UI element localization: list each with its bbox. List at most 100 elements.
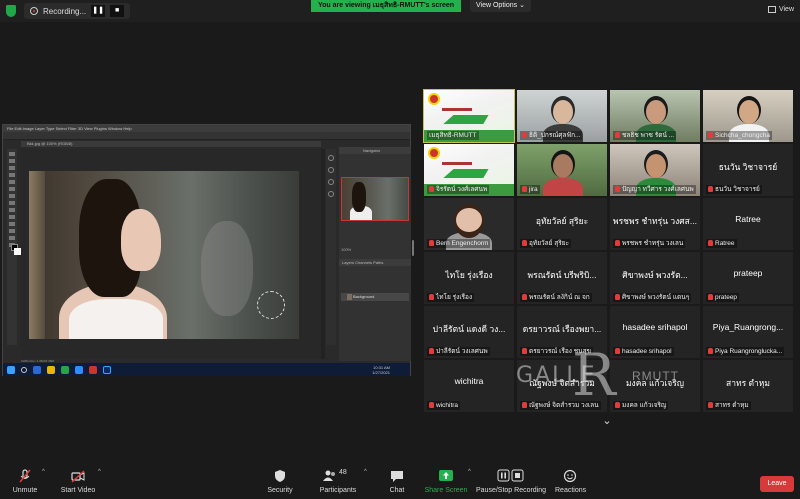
recording-label: Recording... [43,6,87,16]
grid-view-icon [767,6,776,13]
audio-options-caret[interactable]: ^ [42,469,45,475]
participant-name: Piya Ruangronglucka... [715,348,783,355]
security-label: Security [267,487,293,494]
participant-name: hasadee srihapol [622,348,672,355]
participant-tile[interactable]: ไทโย รุ่งเรือง ไทโย รุ่งเรือง [424,252,514,304]
mic-muted-icon [615,348,620,354]
mic-muted-icon [708,294,713,300]
participant-name-display: ปาลีรัตน์ แดงดี วง... [432,324,506,334]
mic-muted-icon [429,348,434,354]
chat-label: Chat [389,487,405,494]
pause-stop-icon [497,469,525,483]
participant-name-label: ปัญญา ทวีศาร วงศ์เลศนพ [613,185,696,194]
ps-navigator-thumbnail [341,177,409,221]
resize-handle[interactable] [412,240,414,256]
chevron-down-icon[interactable]: ⌄ [600,416,614,427]
pause-stop-recording-button[interactable]: Pause/Stop Recording [476,469,546,499]
microphone-muted-icon [18,469,32,483]
security-button[interactable]: Security [264,469,296,499]
view-options-label: View Options [476,2,518,9]
share-screen-button[interactable]: Share Screen [424,469,468,499]
participant-tile[interactable]: มงคล แก้วเจริญ มงคล แก้วเจริญ [610,360,700,412]
layer-thumbnail [347,294,352,300]
participant-name: ธิติ_ปกรณ์ศุลฟัก... [529,132,581,139]
reactions-button[interactable]: Reactions [555,469,587,499]
mic-muted-icon [615,186,620,192]
ps-layers-tabs: Layers Channels Paths [339,259,411,266]
participant-tile[interactable]: hasadee srihapol hasadee srihapol [610,306,700,358]
participant-name: ไทโย รุ่งเรือง [436,294,473,301]
background-color-swatch [14,248,21,255]
participants-caret[interactable]: ^ [364,469,367,475]
participant-tile[interactable]: สาทร ตำหุม สาทร ตำหุม [703,360,793,412]
participant-tile[interactable]: prateep prateep [703,252,793,304]
mic-muted-icon [429,402,434,408]
participant-tile[interactable]: จิรรัตน์ วงศ์เลศนพ [424,144,514,196]
reactions-label: Reactions [555,487,587,494]
participant-name-label: hasadee srihapol [613,347,674,356]
participant-tile[interactable]: wichitra wichitra [424,360,514,412]
mic-muted-icon [615,294,620,300]
participant-tile[interactable]: ธนวัน วิชาจารย์ ธนวัน วิชาจารย์ [703,144,793,196]
ps-layer-row: Background [341,293,409,301]
mic-muted-icon [708,240,713,246]
mic-muted-icon [429,186,434,192]
participant-name: ปาลีรัตน์ วงเลศนพ [436,348,488,355]
participant-name-label: ธนวัน วิชาจารย์ [706,185,762,194]
participant-tile[interactable]: jira [517,144,607,196]
leave-button[interactable]: Leave [760,476,794,492]
participant-tile[interactable]: Bern Engenchorm [424,198,514,250]
taskbar-date: 1/27/2021 [372,369,390,375]
participant-name-label: ธิติ_ปกรณ์ศุลฟัก... [520,131,583,140]
view-button[interactable]: View [767,6,794,13]
video-options-caret[interactable]: ^ [98,469,101,475]
start-video-button[interactable]: Start Video [58,469,98,499]
participant-tile[interactable]: ณัฐพงษ์ จิตสำรวม ณัฐพงษ์ จิตสำรวม วงเลน [517,360,607,412]
participant-tile[interactable]: ธิติ_ปกรณ์ศุลฟัก... [517,90,607,142]
participant-name: พรชพร ชำทรุ่น วงเลน [622,240,684,247]
participant-name-label: ปาลีรัตน์ วงเลศนพ [427,347,490,356]
participant-tile[interactable]: พรชพร ชำทรุ่น วงศส... พรชพร ชำทรุ่น วงเลน [610,198,700,250]
participants-button[interactable]: 48 Participants [318,469,358,499]
participant-tile[interactable]: ศิขาพงษ์ พวงรัต... ศิขาพงษ์ พวงรัตน์ แดนๆ [610,252,700,304]
participant-tile[interactable]: ชลธิช พาซ รัตน์ ... [610,90,700,142]
participant-tile[interactable]: Ratree Ratree [703,198,793,250]
ps-layer-name: Background [353,294,375,299]
participant-tile[interactable]: เมธุสิทธิ-RMUTT [423,89,515,143]
participant-name-label: จิรรัตน์ วงศ์เลศนพ [427,185,490,194]
ps-menu-bar: File Edit Image Layer Type Select Filter… [3,125,410,132]
participant-tile[interactable]: ปาลีรัตน์ แดงดี วง... ปาลีรัตน์ วงเลศนพ [424,306,514,358]
pause-recording-button[interactable]: ❚❚ [91,5,106,17]
share-screen-icon [439,469,453,483]
participant-name-label: ดรยาวรณ์ เรือง ชนสุข [520,347,594,356]
participant-name: มงคล แก้วเจริญ [622,402,667,409]
participant-name: wichitra [436,402,459,409]
participant-name-label: เมธุสิทธิ-RMUTT [427,131,479,140]
view-options-button[interactable]: View Options ⌄ [470,0,531,12]
participant-name-display: wichitra [454,376,484,386]
photoshop-icon [103,365,111,374]
participant-name: ธนวัน วิชาจารย์ [715,186,760,193]
folder-icon [47,365,55,374]
stop-recording-button[interactable]: ■ [110,5,125,17]
mic-muted-icon [522,402,527,408]
participant-name-label: พรชพร ชำทรุ่น วงเลน [613,239,686,248]
participant-name-display: ธนวัน วิชาจารย์ [718,162,778,172]
participant-name-display: มงคล แก้วเจริญ [625,378,685,388]
share-options-caret[interactable]: ^ [468,469,471,475]
top-bar: Recording... ❚❚ ■ You are viewing เมธุสิ… [0,0,800,22]
shield-icon[interactable] [6,5,16,17]
participant-tile[interactable]: ปัญญา ทวีศาร วงศ์เลศนพ [610,144,700,196]
participant-tile[interactable]: อุทัยวัลย์ สุริยะ อุทัยวัลย์ สุริยะ [517,198,607,250]
taskbar-time: 10:31 AM [373,364,390,370]
chat-button[interactable]: Chat [385,469,409,499]
participant-name: jira [529,186,538,193]
participant-tile[interactable]: Sichcha_chongcha [703,90,793,142]
ps-options-bar [3,132,410,140]
participant-tile[interactable]: ดรยาวรณ์ เรืองพยา... ดรยาวรณ์ เรือง ชนสุข [517,306,607,358]
participant-name: ดรยาวรณ์ เรือง ชนสุข [529,348,592,355]
participant-tile[interactable]: Piya_Ruangrong... Piya Ruangronglucka... [703,306,793,358]
participant-tile[interactable]: พรณรัตน์ บรีพริบิ... พรณรัตน์ ลงักิน์ ณ จ… [517,252,607,304]
unmute-button[interactable]: Unmute [8,469,42,499]
zoom-icon [75,365,83,374]
